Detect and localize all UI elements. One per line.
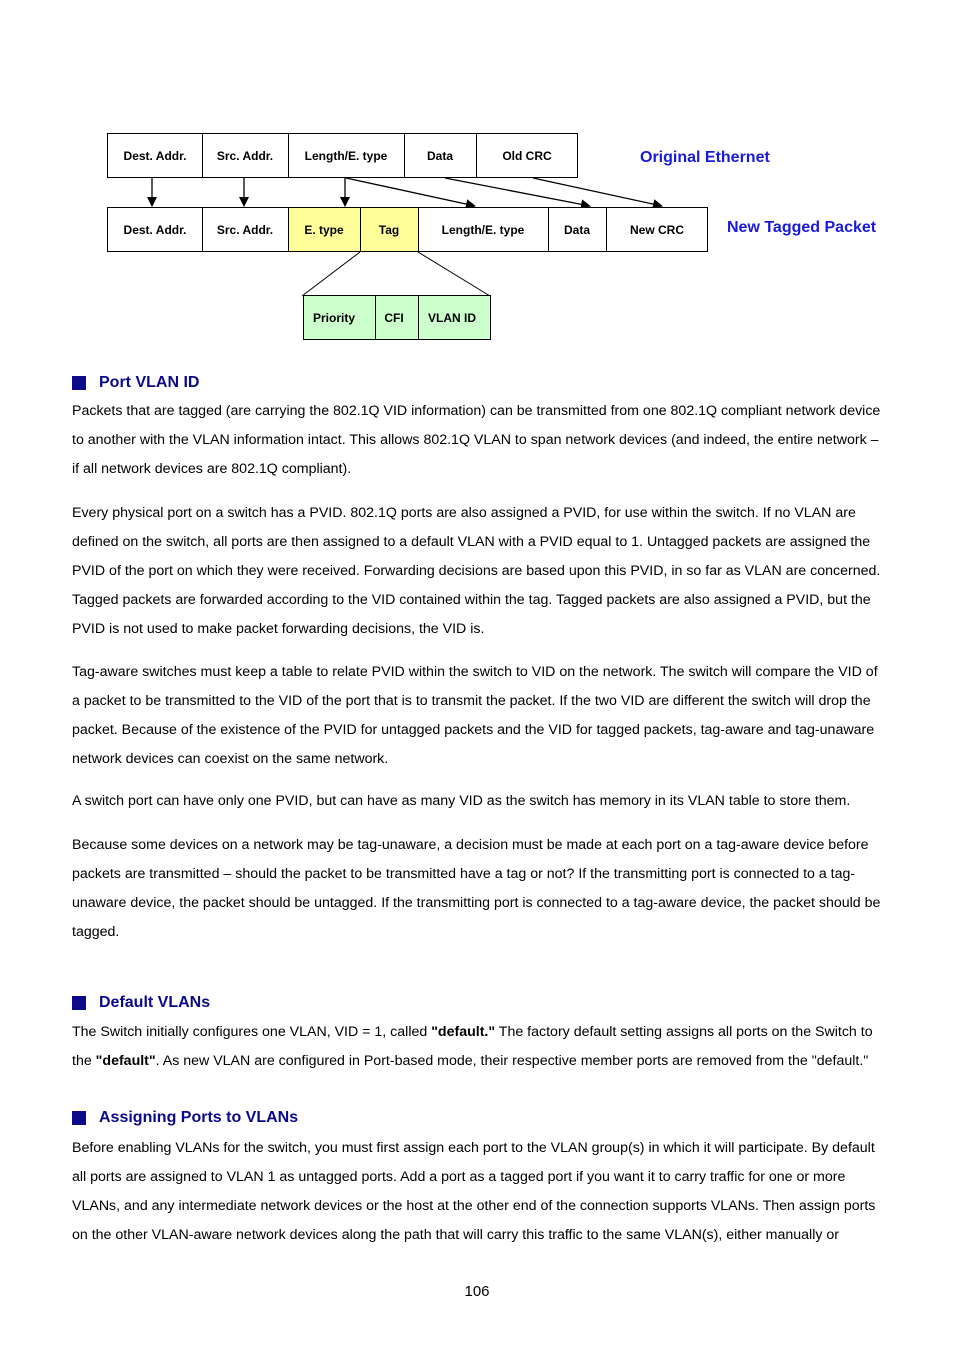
section-heading-assigning-ports: Assigning Ports to VLANs bbox=[72, 1109, 298, 1127]
tagged-label-dest: Dest. Addr. bbox=[124, 223, 187, 237]
section-title: Default VLANs bbox=[99, 994, 211, 1011]
tag-label-vlan-id: VLAN ID bbox=[428, 311, 476, 325]
page-number: 106 bbox=[464, 1283, 490, 1300]
paragraph-one-pvid: A switch port can have only one PVID, bu… bbox=[72, 793, 851, 809]
tagged-label-data: Data bbox=[564, 223, 590, 237]
tagged-label-src: Src. Addr. bbox=[217, 223, 273, 237]
section-title: Port VLAN ID bbox=[99, 374, 200, 391]
orig-label-data: Data bbox=[427, 149, 453, 163]
text: The Switch initially configures one VLAN… bbox=[72, 1024, 432, 1040]
tag-expansion-lines bbox=[301, 251, 491, 297]
paragraph-assigning-ports: Before enabling VLANs for the switch, yo… bbox=[72, 1140, 876, 1243]
arrow-length bbox=[345, 177, 476, 209]
paragraph-default-vlan: The Switch initially configures one VLAN… bbox=[72, 1018, 887, 1076]
text: . As new VLAN are configured in Port-bas… bbox=[155, 1052, 869, 1069]
paragraph-pvid: Every physical port on a switch has a PV… bbox=[72, 505, 881, 637]
tag-label-priority: Priority bbox=[313, 311, 355, 325]
bold-text: "default" bbox=[95, 1052, 156, 1069]
tagged-label-tag: Tag bbox=[379, 223, 399, 237]
orig-label-dest: Dest. Addr. bbox=[124, 149, 187, 163]
bold-text: "default." bbox=[431, 1024, 496, 1040]
bullet-square-icon bbox=[72, 376, 86, 390]
paragraph-tagged-packets: Packets that are tagged (are carrying th… bbox=[72, 403, 881, 477]
arrow-data bbox=[444, 177, 591, 210]
tagged-label-crc: New CRC bbox=[630, 223, 684, 237]
section-heading-default-vlans: Default VLANs bbox=[72, 994, 210, 1012]
orig-label-src: Src. Addr. bbox=[217, 149, 273, 163]
tagged-packet-frame: Dest. Addr. Src. Addr. E. type Tag Lengt… bbox=[107, 207, 708, 252]
tagged-label-etype: E. type bbox=[304, 223, 344, 237]
bullet-square-icon bbox=[72, 1111, 86, 1125]
tagged-label-length: Length/E. type bbox=[442, 223, 525, 237]
section-title: Assigning Ports to VLANs bbox=[99, 1109, 299, 1126]
tag-detail-frame: Priority CFI VLAN ID bbox=[303, 295, 491, 340]
orig-label-crc: Old CRC bbox=[502, 149, 552, 163]
orig-label-length: Length/E. type bbox=[305, 149, 388, 163]
arrow-crc bbox=[532, 177, 663, 209]
paragraph-tag-decision: Because some devices on a network may be… bbox=[72, 837, 881, 940]
section-heading-port-vlan-id: Port VLAN ID bbox=[72, 374, 199, 392]
vlan-tag-diagram: Dest. Addr. Src. Addr. Length/E. type Da… bbox=[107, 133, 877, 340]
mapping-arrows bbox=[147, 177, 663, 210]
bullet-square-icon bbox=[72, 996, 86, 1010]
new-tagged-packet-label: New Tagged Packet bbox=[727, 219, 877, 236]
paragraph-tag-aware: Tag-aware switches must keep a table to … bbox=[72, 664, 878, 767]
original-ethernet-frame: Dest. Addr. Src. Addr. Length/E. type Da… bbox=[107, 133, 578, 178]
original-ethernet-label: Original Ethernet bbox=[640, 149, 770, 166]
tag-label-cfi: CFI bbox=[384, 311, 403, 325]
